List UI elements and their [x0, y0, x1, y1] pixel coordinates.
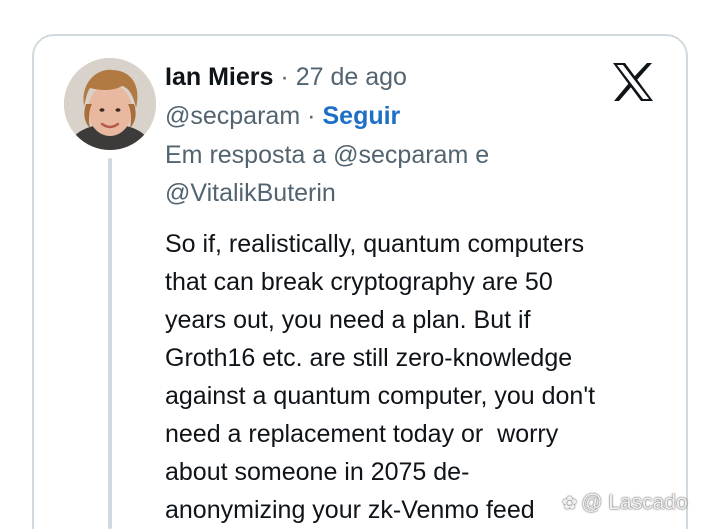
tweet-text-line: about someone in 2075 de- [165, 458, 470, 486]
watermark-text: @ Lascado [581, 491, 688, 514]
tweet-date[interactable]: 27 de ago [296, 63, 407, 92]
thread-line [108, 158, 112, 529]
author-handle[interactable]: @secparam [165, 102, 300, 131]
flower-icon: ✿ [562, 492, 578, 513]
tweet-text-line: So if, realistically, quantum computers [165, 230, 585, 258]
follow-button[interactable]: Seguir [322, 102, 400, 131]
reply-mention[interactable]: @VitalikButerin [165, 179, 336, 207]
tweet-text-line: against a quantum computer, you don't [165, 382, 596, 410]
tweet-text-line: years out, you need a plan. But if [165, 306, 531, 334]
handle-row: @secparam · Seguir [165, 96, 665, 136]
tweet-text-line: Groth16 etc. are still zero-knowledge [165, 344, 573, 372]
separator: · [280, 62, 289, 91]
author-row: Ian Miers · 27 de ago [165, 58, 665, 96]
avatar[interactable] [64, 58, 156, 150]
reply-prefix: Em resposta a [165, 141, 327, 169]
reply-context: Em resposta a @secparam e @VitalikButeri… [165, 136, 665, 212]
separator: · [307, 101, 316, 130]
x-logo-icon[interactable] [611, 62, 655, 102]
tweet-body: Ian Miers · 27 de ago @secparam · Seguir… [165, 58, 665, 529]
watermark: ✿ @ Lascado [562, 488, 688, 518]
reply-mention[interactable]: @secparam [333, 141, 468, 169]
author-name[interactable]: Ian Miers [165, 63, 273, 92]
tweet-text-line: need a replacement today or worry [165, 420, 559, 448]
tweet-text: So if, realistically, quantum computers … [165, 225, 665, 529]
reply-conjunction: e [475, 141, 490, 169]
tweet-text-line: that can break cryptography are 50 [165, 268, 553, 296]
